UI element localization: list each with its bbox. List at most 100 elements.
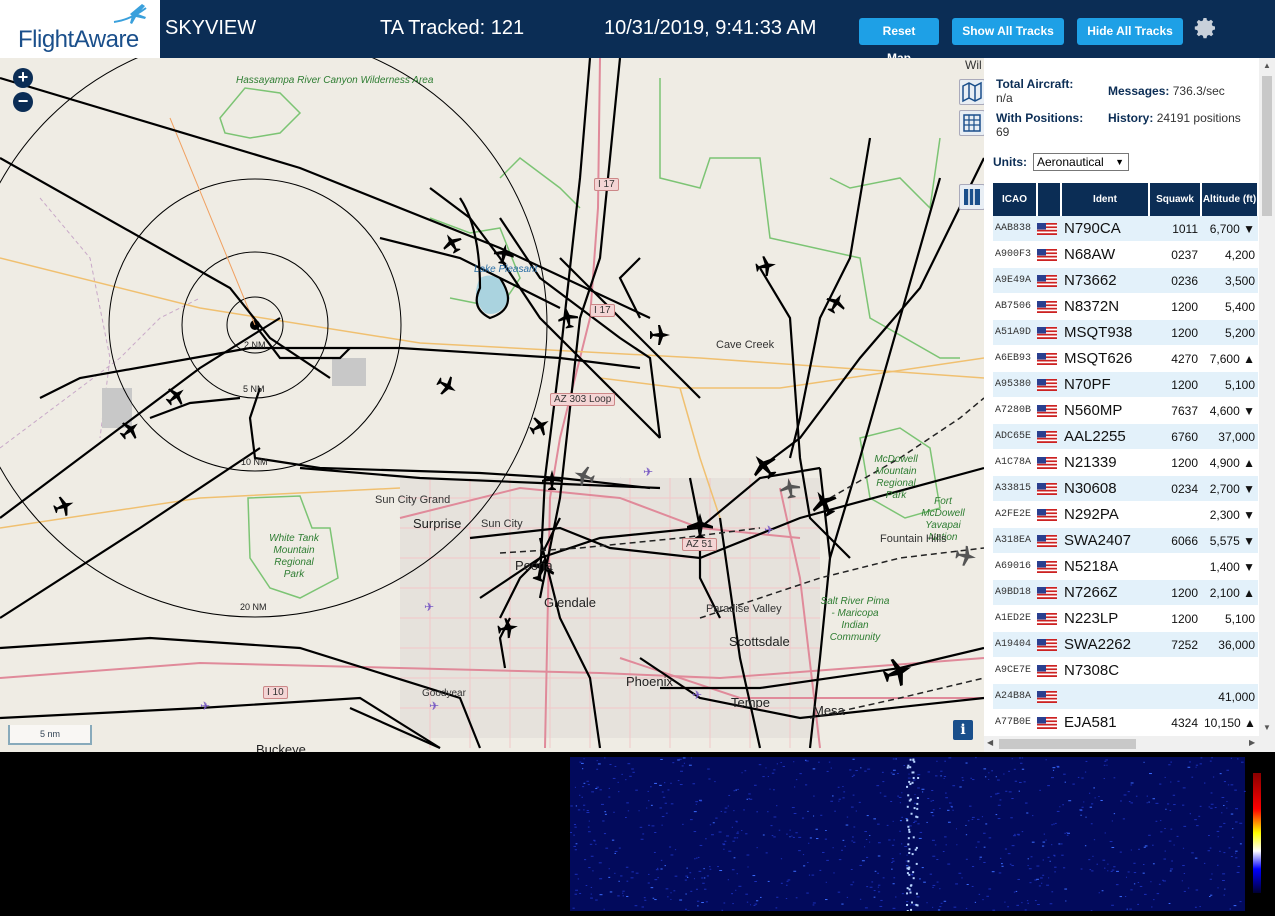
- city-label: Goodyear: [422, 688, 466, 699]
- table-row[interactable]: A95380N70PF12005,100: [993, 372, 1258, 398]
- aircraft-table-body: AAB838N790CA10116,700 ▼A900F3N68AW02374,…: [993, 216, 1258, 737]
- us-flag-icon: [1037, 405, 1057, 417]
- map-layers-icon[interactable]: [959, 79, 984, 105]
- info-icon[interactable]: i: [953, 720, 973, 740]
- table-row[interactable]: A19404SWA2262725236,000: [993, 632, 1258, 658]
- waterfall-canvas: [540, 757, 1275, 911]
- scrollbar-thumb[interactable]: [999, 739, 1136, 749]
- col-header-altitude[interactable]: Altitude (ft): [1201, 183, 1258, 216]
- gear-icon[interactable]: [1194, 16, 1218, 40]
- table-row[interactable]: A9E49AN7366202363,500: [993, 268, 1258, 294]
- map-view[interactable]: ✈✈✈ ✈✈✈ Hassayampa River Canyon Wilderne…: [0, 58, 984, 752]
- table-row[interactable]: A318EASWA240760665,575 ▼: [993, 528, 1258, 554]
- city-label: Fountain Hills: [880, 533, 947, 545]
- messages-stat: Messages: 736.3/sec: [1108, 84, 1225, 98]
- squawk-cell: 1200: [1149, 320, 1201, 346]
- table-row[interactable]: A69016N5218A1,400 ▼: [993, 554, 1258, 580]
- squawk-cell: 0234: [1149, 476, 1201, 502]
- zoom-in-button[interactable]: +: [13, 68, 33, 88]
- squawk-cell: 7637: [1149, 398, 1201, 424]
- ident-cell: N21339: [1061, 450, 1149, 476]
- flag-cell: [1037, 502, 1061, 528]
- ident-cell: N223LP: [1061, 606, 1149, 632]
- us-flag-icon: [1037, 431, 1057, 443]
- park-label: White Tank Mountain Regional Park: [264, 533, 324, 581]
- icao-cell: AB7506: [993, 294, 1037, 320]
- reset-map-button[interactable]: Reset Map: [859, 18, 939, 45]
- altitude-cell: 5,400: [1201, 294, 1258, 320]
- ident-cell: N292PA: [1061, 502, 1149, 528]
- table-row[interactable]: A77B0EEJA581432410,150 ▲: [993, 710, 1258, 736]
- ident-cell: MSQT938: [1061, 320, 1149, 346]
- horizontal-scrollbar[interactable]: ◀ ▶: [984, 736, 1275, 752]
- icao-cell: A77B0E: [993, 710, 1037, 736]
- col-header-ident[interactable]: Ident: [1061, 183, 1149, 216]
- table-row[interactable]: A7280BN560MP76374,600 ▼: [993, 398, 1258, 424]
- units-select[interactable]: Aeronautical ▼: [1033, 153, 1129, 171]
- table-row[interactable]: A6EB93MSQT62642707,600 ▲: [993, 346, 1258, 372]
- flag-cell: [1037, 684, 1061, 710]
- grid-icon[interactable]: [959, 110, 984, 136]
- city-label: Mesa: [813, 703, 845, 718]
- history-stat: History: 24191 positions: [1108, 111, 1248, 125]
- lake-label: Lake Pleasant: [474, 264, 537, 276]
- svg-text:✈: ✈: [200, 699, 210, 713]
- squawk-cell: [1149, 658, 1201, 684]
- us-flag-icon: [1037, 535, 1057, 547]
- icao-cell: A900F3: [993, 242, 1037, 268]
- us-flag-icon: [1037, 613, 1057, 625]
- us-flag-icon: [1037, 587, 1057, 599]
- range-ring-label: 10 NM: [241, 457, 268, 467]
- table-row[interactable]: A9CE7EN7308C: [993, 658, 1258, 684]
- total-aircraft-label: Total Aircraft:: [996, 77, 1073, 91]
- table-row[interactable]: A24B8A41,000: [993, 684, 1258, 710]
- flag-cell: [1037, 216, 1061, 242]
- scroll-down-icon[interactable]: ▼: [1263, 723, 1271, 732]
- map-canvas[interactable]: ✈✈✈ ✈✈✈: [0, 58, 984, 752]
- table-row[interactable]: AB7506N8372N12005,400: [993, 294, 1258, 320]
- ident-cell: N8372N: [1061, 294, 1149, 320]
- col-header-icao[interactable]: ICAO: [993, 183, 1037, 216]
- table-row[interactable]: A1ED2EN223LP12005,100: [993, 606, 1258, 632]
- scrollbar-thumb[interactable]: [1262, 76, 1272, 216]
- icao-cell: ADC65E: [993, 424, 1037, 450]
- highway-shield: AZ 303 Loop: [550, 393, 615, 406]
- ident-cell: EJA581: [1061, 710, 1149, 736]
- hide-all-tracks-button[interactable]: Hide All Tracks: [1077, 18, 1183, 45]
- zoom-out-button[interactable]: −: [13, 92, 33, 112]
- table-row[interactable]: A51A9D MSQT93812005,200: [993, 320, 1258, 346]
- scroll-left-icon[interactable]: ◀: [987, 738, 993, 747]
- logo-text: FlightAware: [18, 26, 139, 54]
- flag-cell: [1037, 320, 1061, 346]
- columns-icon[interactable]: [959, 184, 984, 210]
- table-row[interactable]: A2FE2EN292PA2,300 ▼: [993, 502, 1258, 528]
- show-all-tracks-button[interactable]: Show All Tracks: [952, 18, 1064, 45]
- park-label: Salt River Pima - Maricopa Indian Commun…: [820, 596, 890, 644]
- flag-cell: [1037, 294, 1061, 320]
- icao-cell: A33815: [993, 476, 1037, 502]
- table-row[interactable]: ADC65EAAL2255676037,000: [993, 424, 1258, 450]
- flightaware-logo[interactable]: FlightAware: [0, 0, 160, 58]
- table-row[interactable]: A9BD18N7266Z12002,100 ▲: [993, 580, 1258, 606]
- table-row[interactable]: AAB838N790CA10116,700 ▼: [993, 216, 1258, 242]
- ident-cell: SWA2262: [1061, 632, 1149, 658]
- squawk-cell: 1200: [1149, 606, 1201, 632]
- scroll-up-icon[interactable]: ▲: [1263, 61, 1271, 70]
- col-header-flag[interactable]: [1037, 183, 1061, 216]
- aircraft-table-container[interactable]: ICAO Ident Squawk Altitude (ft) AAB838N7…: [993, 183, 1258, 737]
- vertical-scrollbar[interactable]: ▲ ▼: [1259, 58, 1275, 736]
- icao-cell: A9BD18: [993, 580, 1037, 606]
- col-header-squawk[interactable]: Squawk: [1149, 183, 1201, 216]
- icao-cell: A2FE2E: [993, 502, 1037, 528]
- altitude-cell: 3,500: [1201, 268, 1258, 294]
- range-ring-label: 2 NM: [244, 340, 266, 350]
- svg-text:✈: ✈: [429, 699, 439, 713]
- icao-cell: A9CE7E: [993, 658, 1037, 684]
- icao-cell: AAB838: [993, 216, 1037, 242]
- scroll-right-icon[interactable]: ▶: [1249, 738, 1255, 747]
- table-row[interactable]: A33815N3060802342,700 ▼: [993, 476, 1258, 502]
- altitude-cell: 5,200: [1201, 320, 1258, 346]
- icao-cell: A51A9D: [993, 320, 1037, 346]
- table-row[interactable]: A1C78AN2133912004,900 ▲: [993, 450, 1258, 476]
- table-row[interactable]: A900F3N68AW02374,200: [993, 242, 1258, 268]
